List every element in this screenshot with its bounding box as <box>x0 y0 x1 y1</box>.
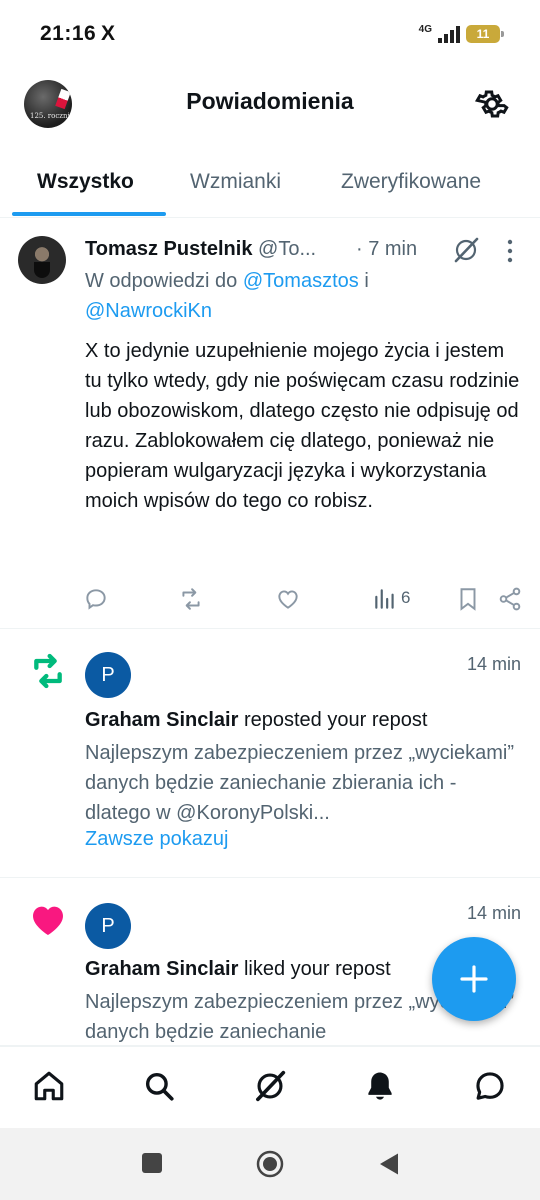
repost-icon[interactable] <box>178 586 204 612</box>
grok-icon[interactable] <box>253 1069 287 1103</box>
signal-icon <box>438 25 460 43</box>
author-name[interactable]: Tomasz Pustelnik <box>85 238 252 260</box>
grok-icon[interactable] <box>452 236 480 264</box>
notification-text: Graham Sinclair reposted your repost <box>85 709 427 732</box>
reply-icon[interactable] <box>83 586 109 612</box>
recents-button[interactable] <box>142 1153 162 1173</box>
notification-repost[interactable]: P 14 min Graham Sinclair reposted your r… <box>0 629 540 878</box>
avatar[interactable]: P <box>85 903 131 949</box>
notification-action: liked your repost <box>238 958 391 980</box>
search-icon[interactable] <box>142 1069 176 1103</box>
more-options-icon[interactable] <box>500 238 520 264</box>
status-indicators: 4G 11 <box>418 22 504 46</box>
avatar[interactable]: P <box>85 652 131 698</box>
gear-icon[interactable] <box>474 86 510 122</box>
messages-icon[interactable] <box>473 1069 507 1103</box>
tab-verified[interactable]: Zweryfikowane <box>341 170 481 194</box>
notification-text: Graham Sinclair liked your repost <box>85 958 391 981</box>
tab-mentions[interactable]: Wzmianki <box>190 170 281 194</box>
like-icon[interactable] <box>275 586 301 612</box>
heart-icon <box>33 906 63 935</box>
battery-level: 11 <box>476 27 490 41</box>
x-app-icon: X <box>101 22 116 45</box>
bookmark-icon[interactable] <box>455 586 481 612</box>
tab-all[interactable]: Wszystko <box>37 170 134 194</box>
reply-joiner: i <box>358 270 369 292</box>
active-tab-indicator <box>12 212 166 216</box>
top-app-bar: 125. rocznica Powiadomienia <box>0 64 540 144</box>
actor-name[interactable]: Graham Sinclair <box>85 958 238 980</box>
page-title: Powiadomienia <box>186 88 354 114</box>
always-show-link[interactable]: Zawsze pokazuj <box>85 828 228 851</box>
notifications-bell-icon[interactable] <box>363 1069 397 1103</box>
network-type: 4G <box>418 24 432 35</box>
notification-time: 14 min <box>466 654 521 674</box>
compose-button[interactable] <box>432 937 516 1021</box>
repost-icon <box>34 653 62 689</box>
notification-time: 14 min <box>466 903 521 923</box>
tweet-time: · 7 min <box>356 238 418 260</box>
views-count: 6 <box>401 588 411 607</box>
system-navigation-bar <box>0 1128 540 1200</box>
home-icon[interactable] <box>32 1069 66 1103</box>
reply-prefix: W odpowiedzi do <box>85 270 243 292</box>
share-icon[interactable] <box>497 586 523 612</box>
home-button[interactable] <box>255 1149 285 1179</box>
status-bar: 21:16 X 4G 11 <box>0 0 540 64</box>
mention-link[interactable]: @NawrockiKn <box>85 300 212 322</box>
back-button[interactable] <box>378 1152 400 1176</box>
mention-link[interactable]: @Tomasztos <box>243 270 359 292</box>
tweet-text: X to jedynie uzupełnienie mojego życia i… <box>85 340 520 512</box>
reply-context: W odpowiedzi do @Tomasztos i @NawrockiKn <box>85 266 505 326</box>
notification-preview: Najlepszym zabezpieczeniem przez „wyciek… <box>85 742 515 824</box>
tweet-actions: 6 <box>0 586 540 614</box>
views-icon[interactable] <box>372 586 398 612</box>
author-handle[interactable]: @To... <box>258 238 316 260</box>
battery-icon: 11 <box>466 25 504 43</box>
author-avatar[interactable] <box>18 236 66 284</box>
actor-name[interactable]: Graham Sinclair <box>85 709 238 731</box>
plus-icon <box>460 965 488 993</box>
notification-tabs: Wszystko Wzmianki Zweryfikowane <box>0 144 540 218</box>
notification-action: reposted your repost <box>238 709 428 731</box>
bottom-navigation <box>0 1046 540 1128</box>
reply-tweet[interactable]: Tomasz Pustelnik @To... · 7 min W odpowi… <box>0 218 540 629</box>
status-time: 21:16 <box>40 22 97 45</box>
